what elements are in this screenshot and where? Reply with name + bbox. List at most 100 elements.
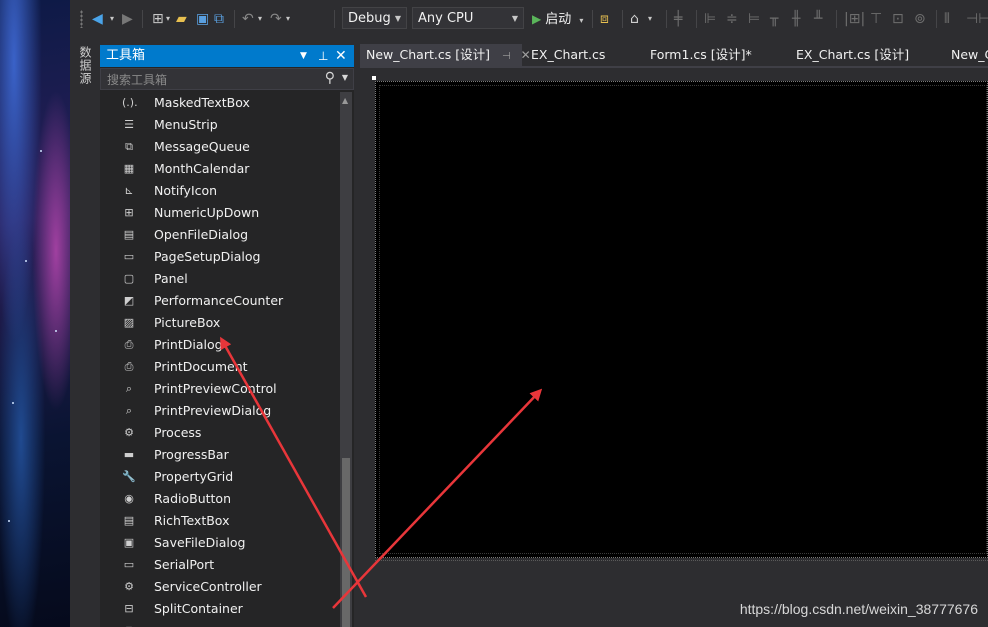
- toolbox-item[interactable]: ⚙ Process: [100, 422, 338, 444]
- chevron-down-icon[interactable]: ▾: [258, 9, 262, 29]
- star: [12, 402, 14, 404]
- align-bottoms-icon[interactable]: ╨: [814, 9, 822, 29]
- align-centers-icon[interactable]: ≑: [726, 9, 738, 29]
- chevron-down-icon[interactable]: ▾: [166, 9, 170, 29]
- redo-icon[interactable]: ↷: [270, 9, 282, 29]
- document-tab-strip: New_Chart.cs [设计] ⊣ ✕ EX_Chart.cs Form1.…: [360, 44, 988, 66]
- pin-icon[interactable]: ⊥: [318, 45, 328, 67]
- toolbox-item[interactable]: ▢: [100, 620, 338, 627]
- align-middles-icon[interactable]: ╫: [792, 9, 800, 29]
- toolbox-item-label: PrintPreviewControl: [154, 381, 277, 396]
- chevron-down-icon[interactable]: ▾: [110, 9, 114, 29]
- scrollbar-thumb[interactable]: [342, 458, 350, 627]
- toolbar-grip[interactable]: [80, 10, 83, 28]
- toolbox-item[interactable]: ⌕ PrintPreviewControl: [100, 378, 338, 400]
- toolbox-scrollbar[interactable]: ▲: [340, 92, 352, 627]
- window-position-icon[interactable]: ▼: [300, 45, 307, 67]
- increase-spacing-icon[interactable]: ⊣⊢: [966, 9, 988, 29]
- tab-label: New_Chart.cs [设计]: [366, 47, 490, 62]
- chevron-down-icon[interactable]: ▾: [648, 9, 652, 29]
- toolbox-item-label: SerialPort: [154, 557, 215, 572]
- toolbox-item[interactable]: ▨ PictureBox: [100, 312, 338, 334]
- pin-icon[interactable]: ⊣: [502, 51, 511, 62]
- make-same-size-icon[interactable]: ⊚: [914, 9, 926, 29]
- align-tops-icon[interactable]: ╥: [770, 9, 778, 29]
- toolbox-item[interactable]: ◩ PerformanceCounter: [100, 290, 338, 312]
- tab-new-chart-design[interactable]: New_Chart.cs [设计] ⊣ ✕: [360, 44, 531, 66]
- toolbox-item-icon: ⊟: [124, 602, 134, 615]
- toolbox-item[interactable]: ▦ MonthCalendar: [100, 158, 338, 180]
- tab-ex-chart-design[interactable]: EX_Chart.cs [设计]: [790, 44, 940, 66]
- data-sources-side-tab[interactable]: 数据源: [70, 40, 98, 627]
- tab-label: Form1.cs [设计]*: [650, 47, 752, 62]
- close-icon[interactable]: ✕: [335, 45, 347, 67]
- toolbox-item[interactable]: ▭ SerialPort: [100, 554, 338, 576]
- data-sources-label: 数据源: [78, 46, 92, 85]
- toolbox-item[interactable]: ▢ Panel: [100, 268, 338, 290]
- toolbox-item[interactable]: ⌕ PrintPreviewDialog: [100, 400, 338, 422]
- forward-icon[interactable]: ▶: [122, 9, 133, 29]
- form-designer-surface[interactable]: [360, 68, 988, 627]
- platform-select[interactable]: Any CPU ▼: [412, 7, 524, 29]
- toolbox-item-label: RichTextBox: [154, 513, 230, 528]
- toolbox-item[interactable]: ⚙ ServiceController: [100, 576, 338, 598]
- toolbox-item-label: PrintDialog: [154, 337, 223, 352]
- toolbox-item[interactable]: ⊾ NotifyIcon: [100, 180, 338, 202]
- make-same-height-icon[interactable]: ⊤: [870, 9, 882, 29]
- tab-new-chart-code[interactable]: New_C: [945, 44, 988, 66]
- form-client-area[interactable]: [379, 85, 987, 554]
- toolbox-search-box[interactable]: ⚲ ▼: [100, 68, 354, 90]
- new-project-icon[interactable]: ⊞: [152, 9, 164, 29]
- toolbox-item[interactable]: ▤ OpenFileDialog: [100, 224, 338, 246]
- undo-icon[interactable]: ↶: [242, 9, 254, 29]
- scroll-up-icon[interactable]: ▲: [342, 96, 348, 105]
- toolbox-item[interactable]: ▣ SaveFileDialog: [100, 532, 338, 554]
- align-to-grid-icon[interactable]: ╪: [674, 9, 682, 29]
- save-all-icon[interactable]: ⧉: [214, 9, 224, 29]
- separator: [234, 10, 235, 28]
- toolbox-item[interactable]: (.). MaskedTextBox: [100, 92, 338, 114]
- tab-form1-design[interactable]: Form1.cs [设计]*: [644, 44, 784, 66]
- horizontal-spacing-icon[interactable]: ⫴: [944, 9, 950, 29]
- toolbox-item-icon: ▦: [123, 162, 135, 175]
- align-lefts-icon[interactable]: ⊫: [704, 9, 716, 29]
- solution-config-select[interactable]: Debug ▼: [342, 7, 407, 29]
- align-rights-icon[interactable]: ⊨: [748, 9, 760, 29]
- toolbox-title-bar[interactable]: 工具箱 ▼ ⊥ ✕: [100, 45, 354, 67]
- toolbox-item[interactable]: ▬ ProgressBar: [100, 444, 338, 466]
- toolbox-item-label: ServiceController: [154, 579, 262, 594]
- back-icon[interactable]: ◀: [92, 9, 103, 29]
- toolbox-item[interactable]: ▭ PageSetupDialog: [100, 246, 338, 268]
- chevron-down-icon[interactable]: ▾: [286, 9, 290, 29]
- tab-ex-chart-code[interactable]: EX_Chart.cs: [525, 44, 635, 66]
- toolbox-item[interactable]: ⊟ SplitContainer: [100, 598, 338, 620]
- toolbox-item[interactable]: 🔧 PropertyGrid: [100, 466, 338, 488]
- toolbox-item-label: PerformanceCounter: [154, 293, 284, 308]
- open-folder-icon[interactable]: ▰: [176, 9, 187, 29]
- toolbox-item[interactable]: ⧉ MessageQueue: [100, 136, 338, 158]
- save-icon[interactable]: ▣: [196, 9, 209, 29]
- form-canvas[interactable]: [375, 81, 988, 558]
- separator: [936, 10, 937, 28]
- toolbox-item-label: SaveFileDialog: [154, 535, 246, 550]
- toolbox-search-input[interactable]: [105, 70, 319, 90]
- toolbox-item[interactable]: ⊞ NumericUpDown: [100, 202, 338, 224]
- chevron-down-icon: ▼: [394, 14, 401, 23]
- toolbox-item[interactable]: ⎙ PrintDialog: [100, 334, 338, 356]
- find-in-files-icon[interactable]: ⧈: [600, 9, 609, 29]
- toolbox-title: 工具箱: [106, 48, 146, 63]
- size-to-grid-icon[interactable]: ⊡: [892, 9, 904, 29]
- toolbox-item-label: MessageQueue: [154, 139, 250, 154]
- toolbox-item[interactable]: ◉ RadioButton: [100, 488, 338, 510]
- separator: [836, 10, 837, 28]
- chevron-down-icon[interactable]: ▼: [342, 73, 348, 82]
- resize-handle[interactable]: [372, 76, 376, 80]
- toolbox-item[interactable]: ⎙ PrintDocument: [100, 356, 338, 378]
- toolbox-item-label: NotifyIcon: [154, 183, 218, 198]
- start-button[interactable]: ▶ 启动 ▾: [532, 9, 583, 29]
- search-icon[interactable]: ⚲: [325, 70, 335, 86]
- form-layout-icon[interactable]: ⌂: [630, 9, 639, 29]
- toolbox-item[interactable]: ☰ MenuStrip: [100, 114, 338, 136]
- toolbox-item[interactable]: ▤ RichTextBox: [100, 510, 338, 532]
- make-same-width-icon[interactable]: |⊞|: [844, 9, 865, 29]
